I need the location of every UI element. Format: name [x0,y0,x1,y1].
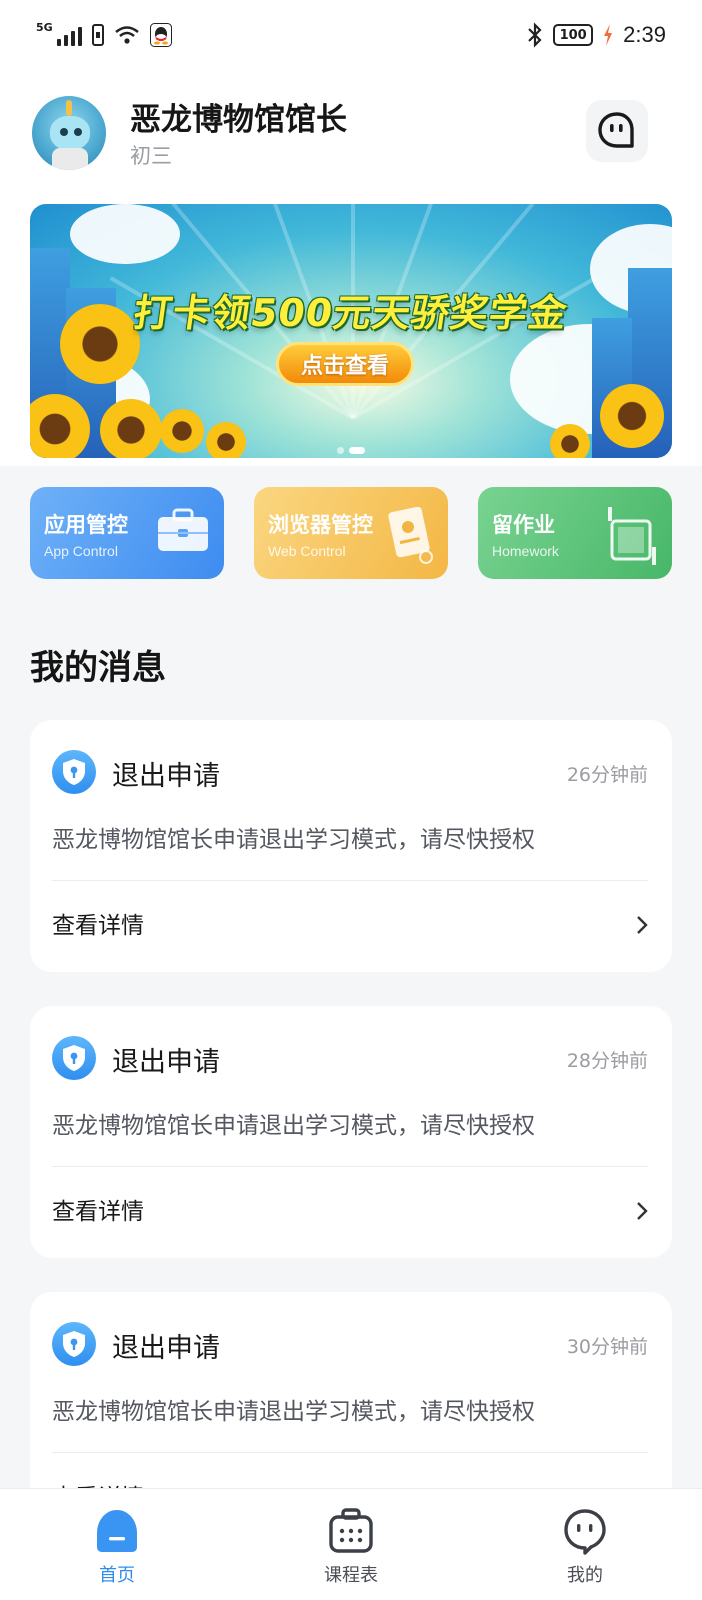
nav-label-home: 首页 [99,1565,135,1586]
clock: 2:39 [623,22,666,47]
sim-icon [91,24,104,46]
avatar[interactable] [32,96,106,170]
message-time: 30分钟前 [566,1336,648,1358]
banner-dot [337,447,344,454]
message-card[interactable]: 退出申请 26分钟前 恶龙博物馆馆长申请退出学习模式，请尽快授权 查看详情 [30,720,672,972]
nav-label-profile: 我的 [567,1565,603,1586]
user-grade: 初三 [130,144,172,168]
banner-view-button[interactable]: 点击查看 [276,342,414,386]
user-name: 恶龙博物馆馆长 [130,102,347,138]
message-time: 26分钟前 [566,764,648,786]
wifi-icon [114,26,139,44]
message-body: 恶龙博物馆馆长申请退出学习模式，请尽快授权 [52,1113,535,1139]
view-details-link[interactable]: 查看详情 [52,1192,144,1226]
view-details-link[interactable]: 查看详情 [52,906,144,940]
divider [52,1452,648,1453]
banner-title: 打卡领500元天骄奖学金 [130,291,571,335]
message-card[interactable]: 退出申请 28分钟前 恶龙博物馆馆长申请退出学习模式，请尽快授权 查看详情 [30,1006,672,1258]
message-title: 退出申请 [112,1333,220,1364]
qq-icon [149,23,172,47]
banner-section: 打卡领500元天骄奖学金 点击查看 [0,200,702,466]
profile-header: 恶龙博物馆馆长 初三 [0,70,702,200]
nav-label-schedule: 课程表 [324,1565,378,1586]
nav-item-profile[interactable]: 我的 [468,1489,702,1600]
status-bar: 5G 100 2:39 [0,0,702,70]
home-icon [97,1510,137,1552]
notebook-icon [608,507,656,565]
divider [52,880,648,881]
battery-icon: 100 [553,24,594,46]
nav-item-home[interactable]: 首页 [0,1489,234,1600]
profile-icon [564,1509,606,1555]
briefcase-icon [158,508,208,551]
status-left: 5G [36,20,172,47]
divider [52,1166,648,1167]
schedule-icon [329,1508,373,1553]
quick-actions: 应用管控 App Control 浏览器管控 Web Control 留作业 H… [30,487,672,579]
signal-icon [56,24,82,46]
web-control-card[interactable]: 浏览器管控 Web Control [254,487,448,579]
charging-icon [604,24,613,46]
message-body: 恶龙博物馆馆长申请退出学习模式，请尽快授权 [52,1399,535,1425]
bottom-nav: 首页 课程表 我的 [0,1488,702,1600]
messages-section-title: 我的消息 [30,648,166,688]
nav-item-schedule[interactable]: 课程表 [234,1489,468,1600]
promo-banner[interactable]: 打卡领500元天骄奖学金 点击查看 [30,204,672,458]
app-control-card[interactable]: 应用管控 App Control [30,487,224,579]
message-title: 退出申请 [112,1047,220,1078]
chevron-right-icon[interactable] [634,914,650,936]
message-title: 退出申请 [112,761,220,792]
message-body: 恶龙博物馆馆长申请退出学习模式，请尽快授权 [52,827,535,853]
message-time: 28分钟前 [566,1050,648,1072]
homework-card[interactable]: 留作业 Homework [478,487,672,579]
shield-key-icon [52,1036,96,1080]
bluetooth-icon [528,22,542,48]
network-type: 5G [36,20,53,34]
chevron-right-icon[interactable] [634,1200,650,1222]
shield-key-icon [52,1322,96,1366]
banner-dot-active [349,447,365,454]
document-icon [388,507,433,564]
chat-button[interactable] [586,100,648,162]
status-right: 100 2:39 [527,22,666,48]
shield-key-icon [52,750,96,794]
banner-pagination [30,447,672,454]
chat-bubble-icon [598,112,634,148]
